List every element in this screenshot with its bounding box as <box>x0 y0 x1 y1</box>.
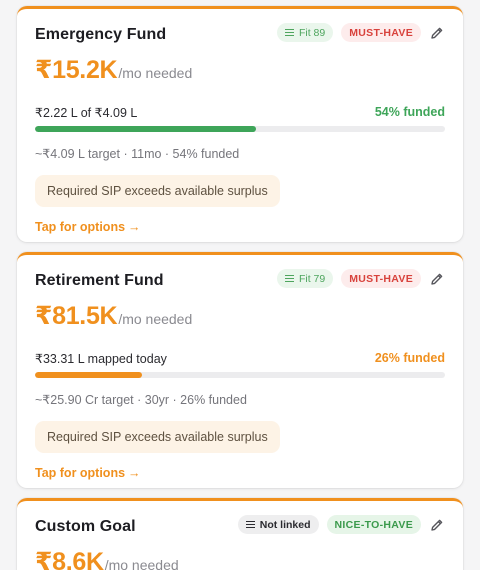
tune-icon <box>245 520 255 529</box>
chip-row: Not linked NICE-TO-HAVE <box>237 515 445 534</box>
tune-icon <box>284 28 294 37</box>
options-link-label: Tap for options <box>35 220 126 234</box>
priority-badge: MUST-HAVE <box>341 23 421 42</box>
funded-percent-label: 26% funded <box>374 351 445 365</box>
goal-target-info: ~₹25.90 Cr target · 30yr · 26% funded <box>35 393 247 407</box>
link-status-label: Not linked <box>259 518 311 531</box>
fit-score-chip: Fit 79 <box>276 269 334 288</box>
progress-labels: ₹33.31 L mapped today 26% funded <box>35 350 445 366</box>
progress-bar-fill <box>35 126 257 132</box>
pencil-icon[interactable] <box>429 517 445 533</box>
tap-for-options-link[interactable]: Tap for options → <box>35 220 445 234</box>
amount-suffix: /mo needed <box>118 311 193 327</box>
goal-card-custom-goal[interactable]: Custom Goal Not linked NICE-TO-HAVE ₹8.6… <box>17 498 463 570</box>
warning-banner: Required SIP exceeds available surplus <box>35 175 280 207</box>
tap-for-options-link[interactable]: Tap for options → <box>35 466 445 480</box>
progress-bar-fill <box>35 372 142 378</box>
card-header: Emergency Fund Fit 89 MUST-HAVE <box>35 9 445 55</box>
pencil-icon[interactable] <box>429 271 445 287</box>
monthly-amount-row: ₹81.5K /mo needed <box>35 301 445 335</box>
arrow-right-icon: → <box>128 466 141 480</box>
pencil-icon[interactable] <box>429 25 445 41</box>
monthly-amount: ₹81.5K <box>35 302 118 330</box>
monthly-amount: ₹15.2K <box>35 56 118 84</box>
chip-row: Fit 79 MUST-HAVE <box>276 269 445 288</box>
progress-amount-label: ₹2.22 L of ₹4.09 L <box>35 105 138 120</box>
monthly-amount-row: ₹8.6K /mo needed <box>35 547 445 570</box>
fit-score-chip: Fit 89 <box>276 23 334 42</box>
goal-card-emergency-fund[interactable]: Emergency Fund Fit 89 MUST-HAVE ₹15.2K /… <box>17 6 463 242</box>
amount-suffix: /mo needed <box>118 65 193 81</box>
progress-bar <box>35 126 445 132</box>
card-header: Custom Goal Not linked NICE-TO-HAVE <box>35 501 445 547</box>
funded-percent-label: 54% funded <box>374 105 445 119</box>
link-status-chip: Not linked <box>237 515 319 534</box>
arrow-right-icon: → <box>128 220 141 234</box>
fit-score-label: Fit 79 <box>298 272 326 285</box>
card-header: Retirement Fund Fit 79 MUST-HAVE <box>35 255 445 301</box>
amount-suffix: /mo needed <box>104 557 179 570</box>
goal-target-info: ~₹4.09 L target · 11mo · 54% funded <box>35 147 240 161</box>
progress-bar <box>35 372 445 378</box>
progress-labels: ₹2.22 L of ₹4.09 L 54% funded <box>35 104 445 120</box>
goals-screen: Emergency Fund Fit 89 MUST-HAVE ₹15.2K /… <box>0 0 480 570</box>
priority-badge: MUST-HAVE <box>341 269 421 288</box>
goal-card-retirement-fund[interactable]: Retirement Fund Fit 79 MUST-HAVE ₹81.5K … <box>17 252 463 488</box>
tune-icon <box>284 274 294 283</box>
priority-badge: NICE-TO-HAVE <box>326 515 421 534</box>
monthly-amount-row: ₹15.2K /mo needed <box>35 55 445 89</box>
warning-banner: Required SIP exceeds available surplus <box>35 421 280 453</box>
fit-score-label: Fit 89 <box>298 26 326 39</box>
goal-title: Custom Goal <box>35 518 136 535</box>
chip-row: Fit 89 MUST-HAVE <box>276 23 445 42</box>
monthly-amount: ₹8.6K <box>35 548 104 570</box>
goal-title: Emergency Fund <box>35 26 167 43</box>
options-link-label: Tap for options <box>35 466 126 480</box>
goal-title: Retirement Fund <box>35 272 164 289</box>
progress-amount-label: ₹33.31 L mapped today <box>35 351 167 366</box>
